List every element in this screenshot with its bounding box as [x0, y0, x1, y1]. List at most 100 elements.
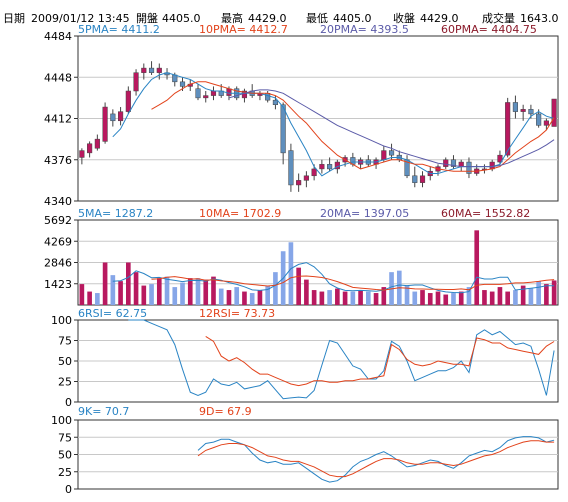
- candle-body: [288, 150, 294, 186]
- candle-body: [296, 180, 302, 186]
- candle-body: [528, 109, 534, 115]
- volume-bar: [443, 294, 449, 305]
- candle-body: [443, 159, 449, 167]
- candle-body: [272, 99, 278, 105]
- volume-bar: [513, 290, 518, 305]
- volume-bar: [195, 278, 201, 305]
- candle-body: [505, 102, 511, 156]
- legend-20MA: 20MA= 1397.05: [320, 207, 409, 220]
- volume-bar: [257, 290, 263, 305]
- candle-body: [195, 88, 201, 99]
- volume-bar: [273, 272, 278, 305]
- candle-body: [94, 138, 100, 149]
- candle-body: [543, 120, 549, 126]
- volume-bar: [126, 262, 131, 305]
- candle-body: [419, 175, 426, 183]
- y-tick-label: 0: [65, 483, 72, 496]
- volume-bar: [319, 291, 325, 305]
- volume-bar: [474, 230, 480, 305]
- candle-body: [388, 150, 395, 156]
- volume-bar: [203, 279, 209, 305]
- volume-bar: [350, 291, 356, 305]
- volume-bar: [342, 291, 348, 305]
- open-value: 4405.0: [162, 12, 201, 25]
- volume-bar: [226, 290, 232, 305]
- volume-bar: [528, 288, 534, 305]
- volume-bar: [304, 279, 309, 305]
- y-tick-label: 4269: [44, 235, 72, 248]
- candle-body: [536, 113, 542, 126]
- candle-body: [179, 81, 186, 87]
- volume-bar: [327, 290, 332, 305]
- legend-60MA: 60MA= 1552.82: [441, 207, 530, 220]
- candle-body: [102, 106, 108, 142]
- volume-bar: [427, 293, 433, 305]
- volume-bar: [497, 287, 503, 305]
- y-tick-label: 50: [58, 355, 72, 368]
- y-tick-label: 5692: [44, 214, 72, 227]
- y-tick-label: 1423: [44, 278, 72, 291]
- candle-body: [203, 95, 209, 99]
- legend-60PMA: 60PMA= 4404.75: [441, 23, 537, 36]
- panel-price: 4484 4448 4412 4376 4340 5PMA= 4411.2 10PMA= 4…: [44, 23, 559, 208]
- volume-bar: [149, 284, 154, 305]
- volume-bar: [505, 291, 510, 305]
- volume-bar: [420, 290, 425, 305]
- candle-body: [141, 67, 147, 73]
- legend-5MA: 5MA= 1287.2: [78, 207, 153, 220]
- panel-rsi: 100 75 50 25 0 6RSI= 62.75 12RSI= 73.73: [51, 307, 559, 409]
- volume-bar: [141, 285, 147, 305]
- volume-bar: [435, 291, 441, 305]
- legend-10MA: 10MA= 1702.9: [199, 207, 281, 220]
- y-tick-label: 25: [58, 376, 72, 389]
- candle-body: [265, 93, 271, 101]
- volume-bar: [242, 291, 247, 305]
- volume-bar: [156, 278, 162, 305]
- legend-9D: 9D= 67.9: [199, 405, 252, 418]
- candle-body: [512, 102, 518, 112]
- y-tick-label: 25: [58, 466, 72, 479]
- volume-bar: [288, 242, 294, 305]
- volume-bar: [218, 288, 224, 305]
- y-tick-label: 2846: [44, 257, 72, 270]
- candle-body: [381, 150, 387, 160]
- volume-bar: [311, 290, 317, 305]
- volume-bar: [458, 291, 464, 305]
- candle-body: [280, 104, 286, 154]
- volume-bar: [451, 293, 456, 305]
- volume-bar: [551, 280, 557, 305]
- candle-body: [156, 67, 162, 73]
- volume-bar: [335, 288, 340, 305]
- volume-bar: [249, 293, 255, 305]
- legend-20PMA: 20PMA= 4393.5: [320, 23, 409, 36]
- y-tick-label: 50: [58, 449, 72, 462]
- candle-body: [319, 164, 325, 170]
- legend-6RSI: 6RSI= 62.75: [78, 307, 147, 320]
- volume-bar: [133, 272, 139, 305]
- volume-bar: [110, 275, 116, 305]
- stock-chart: 日期 2009/01/12 13:45 開盤 4405.0 最高 4429.0 …: [3, 11, 559, 496]
- volume-bar: [172, 287, 178, 305]
- y-tick-label: 4340: [44, 195, 72, 208]
- volume-bar: [412, 291, 418, 305]
- y-tick-label: 100: [51, 414, 72, 427]
- panel-kd: 100 75 50 25 0 9K= 70.7 9D= 67.9: [51, 405, 559, 496]
- candle-body: [466, 161, 472, 174]
- volume-bar: [358, 290, 363, 305]
- candle-body: [210, 90, 217, 96]
- y-tick-label: 75: [58, 431, 72, 444]
- candle-body: [412, 175, 418, 183]
- legend-12RSI: 12RSI= 73.73: [199, 307, 275, 320]
- candle-body: [110, 113, 116, 122]
- volume-bar: [95, 293, 100, 305]
- candle-body: [118, 111, 124, 122]
- candle-body: [148, 67, 155, 73]
- legend-9K: 9K= 70.7: [78, 405, 129, 418]
- volume-bar: [482, 290, 487, 305]
- volume-bar: [544, 284, 549, 305]
- y-tick-label: 0: [65, 396, 72, 409]
- volume-bar: [102, 262, 108, 305]
- y-tick-label: 75: [58, 335, 72, 348]
- y-tick-label: 4448: [44, 71, 72, 84]
- volume-bar: [373, 293, 379, 305]
